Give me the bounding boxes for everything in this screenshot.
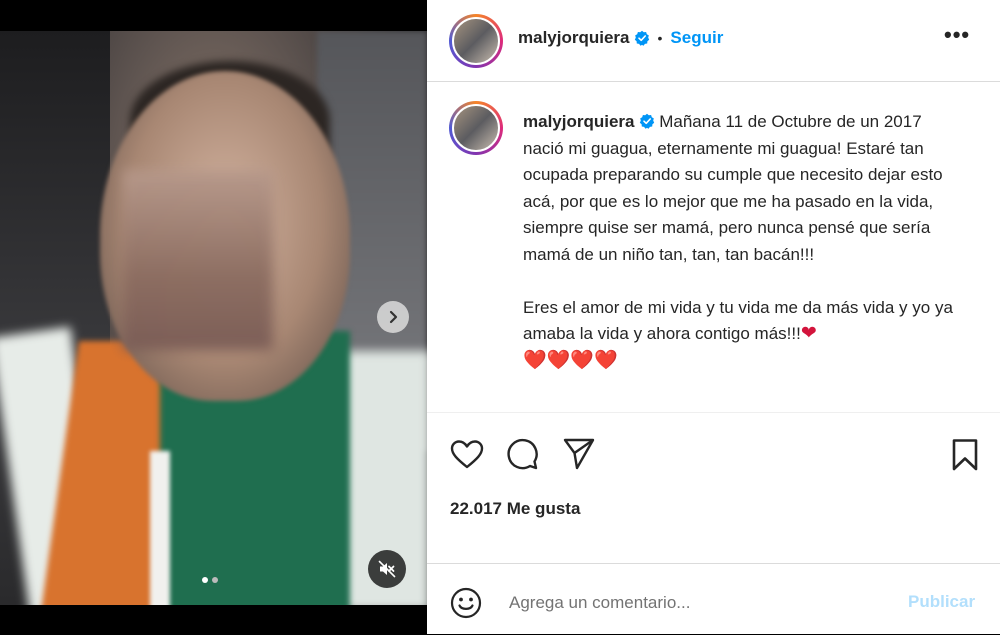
hearts-emoji-row: ❤️❤️❤️❤️ (523, 349, 618, 371)
photo-region (150, 451, 170, 605)
avatar[interactable] (449, 14, 503, 68)
avatar-image (452, 17, 500, 65)
muted-speaker-icon (378, 560, 396, 578)
carousel-indicator (202, 577, 218, 583)
smiley-icon (450, 587, 482, 619)
chevron-right-icon (389, 310, 398, 324)
post-panel: malyjorquiera • Seguir ••• malyjorquiera… (427, 0, 1000, 634)
post-media (0, 0, 427, 634)
carousel-dot (202, 577, 208, 583)
mute-button[interactable] (368, 550, 406, 588)
avatar[interactable] (449, 101, 503, 155)
comment-bar: Publicar (427, 563, 1000, 635)
comment-button[interactable] (504, 436, 540, 472)
heart-emoji: ❤ (800, 323, 817, 344)
follow-button[interactable]: Seguir (670, 28, 723, 48)
comment-icon (507, 438, 538, 470)
caption-text: Eres el amor de mi vida y tu vida me da … (523, 297, 958, 344)
comment-input[interactable] (507, 588, 891, 618)
separator-dot: • (657, 30, 663, 46)
action-bar: 22.017 Me gusta (427, 412, 1000, 563)
carousel-next-button[interactable] (377, 301, 409, 333)
heart-icon (450, 440, 484, 469)
username-link[interactable]: malyjorquiera (518, 28, 630, 48)
header-user: malyjorquiera • Seguir (518, 28, 723, 48)
carousel-dot (212, 577, 218, 583)
publish-button[interactable]: Publicar (908, 592, 975, 612)
post-header: malyjorquiera • Seguir ••• (427, 0, 1000, 82)
share-button[interactable] (561, 436, 597, 472)
like-button[interactable] (449, 437, 485, 473)
verified-badge-icon (634, 30, 649, 46)
bookmark-icon (952, 439, 978, 471)
likes-count[interactable]: 22.017 Me gusta (450, 499, 580, 519)
post-caption: malyjorquiera Mañana 11 de Octubre de un… (523, 109, 963, 374)
verified-badge-icon (639, 113, 654, 129)
more-options-button[interactable]: ••• (944, 22, 970, 48)
post-photo[interactable] (0, 31, 427, 605)
caption-area: malyjorquiera Mañana 11 de Octubre de un… (427, 82, 1000, 412)
caption-username-link[interactable]: malyjorquiera (523, 112, 635, 131)
save-button[interactable] (947, 437, 983, 473)
send-icon (563, 438, 595, 470)
caption-text: Mañana 11 de Octubre de un 2017 nació mi… (523, 112, 948, 264)
blurred-face (123, 170, 273, 350)
avatar-image (452, 104, 500, 152)
emoji-button[interactable] (449, 586, 483, 620)
